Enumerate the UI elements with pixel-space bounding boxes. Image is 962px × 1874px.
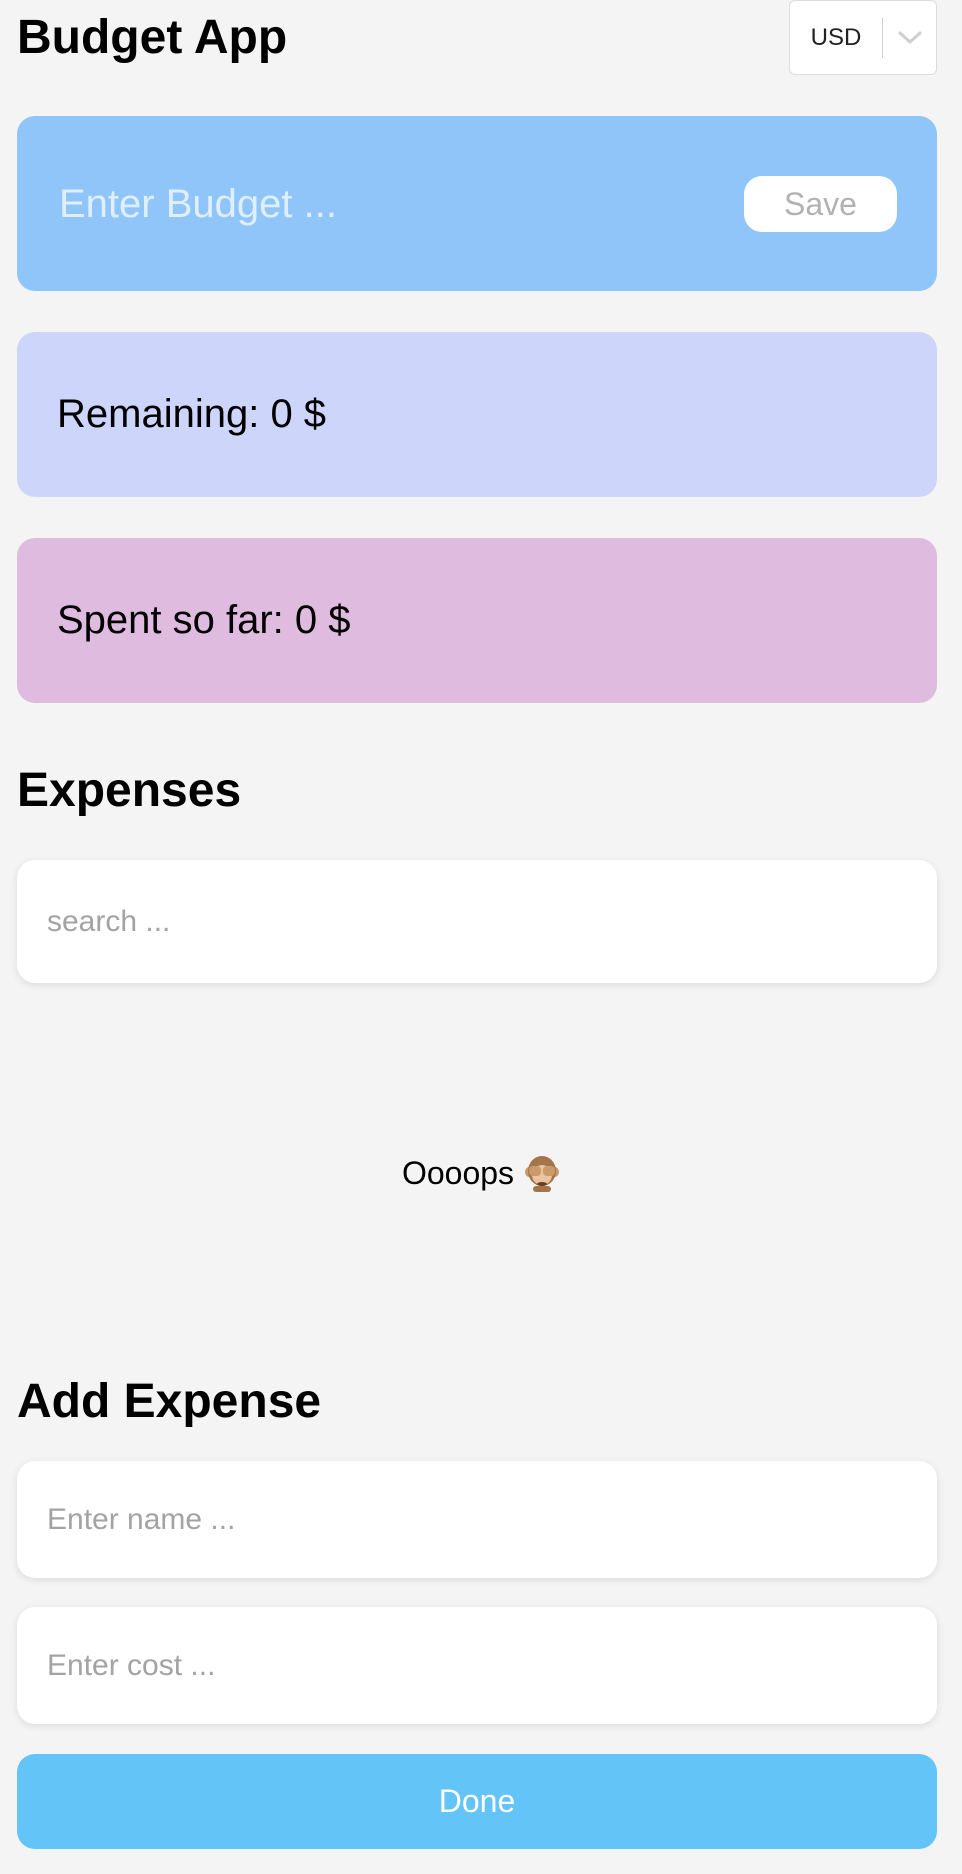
app-header: Budget App USD: [17, 0, 937, 76]
search-input[interactable]: [17, 860, 937, 983]
empty-state: Oooops: [0, 1148, 962, 1198]
spent-amount: Spent so far: 0 $: [57, 598, 351, 642]
chevron-down-icon[interactable]: [883, 30, 936, 46]
add-expense-heading: Add Expense: [17, 1375, 322, 1428]
remaining-amount: Remaining: 0 $: [57, 392, 327, 436]
expenses-heading: Expenses: [17, 764, 242, 817]
budget-card: Save: [17, 116, 937, 291]
currency-selected-value: USD: [810, 23, 862, 51]
remaining-card: Remaining: 0 $: [17, 332, 937, 497]
save-budget-button[interactable]: Save: [744, 176, 897, 232]
app-title: Budget App: [17, 11, 288, 64]
budget-app-page: Budget App USD Save Remaining: 0 $ Spent…: [0, 0, 962, 1874]
expense-name-input[interactable]: [17, 1461, 937, 1578]
empty-state-text: Oooops: [401, 1154, 515, 1191]
see-no-evil-monkey-icon: [524, 1153, 560, 1193]
budget-input[interactable]: [59, 164, 699, 244]
done-button[interactable]: Done: [17, 1754, 937, 1849]
currency-select[interactable]: USD: [789, 0, 937, 75]
spent-card: Spent so far: 0 $: [17, 538, 937, 703]
expense-cost-input[interactable]: [17, 1607, 937, 1724]
